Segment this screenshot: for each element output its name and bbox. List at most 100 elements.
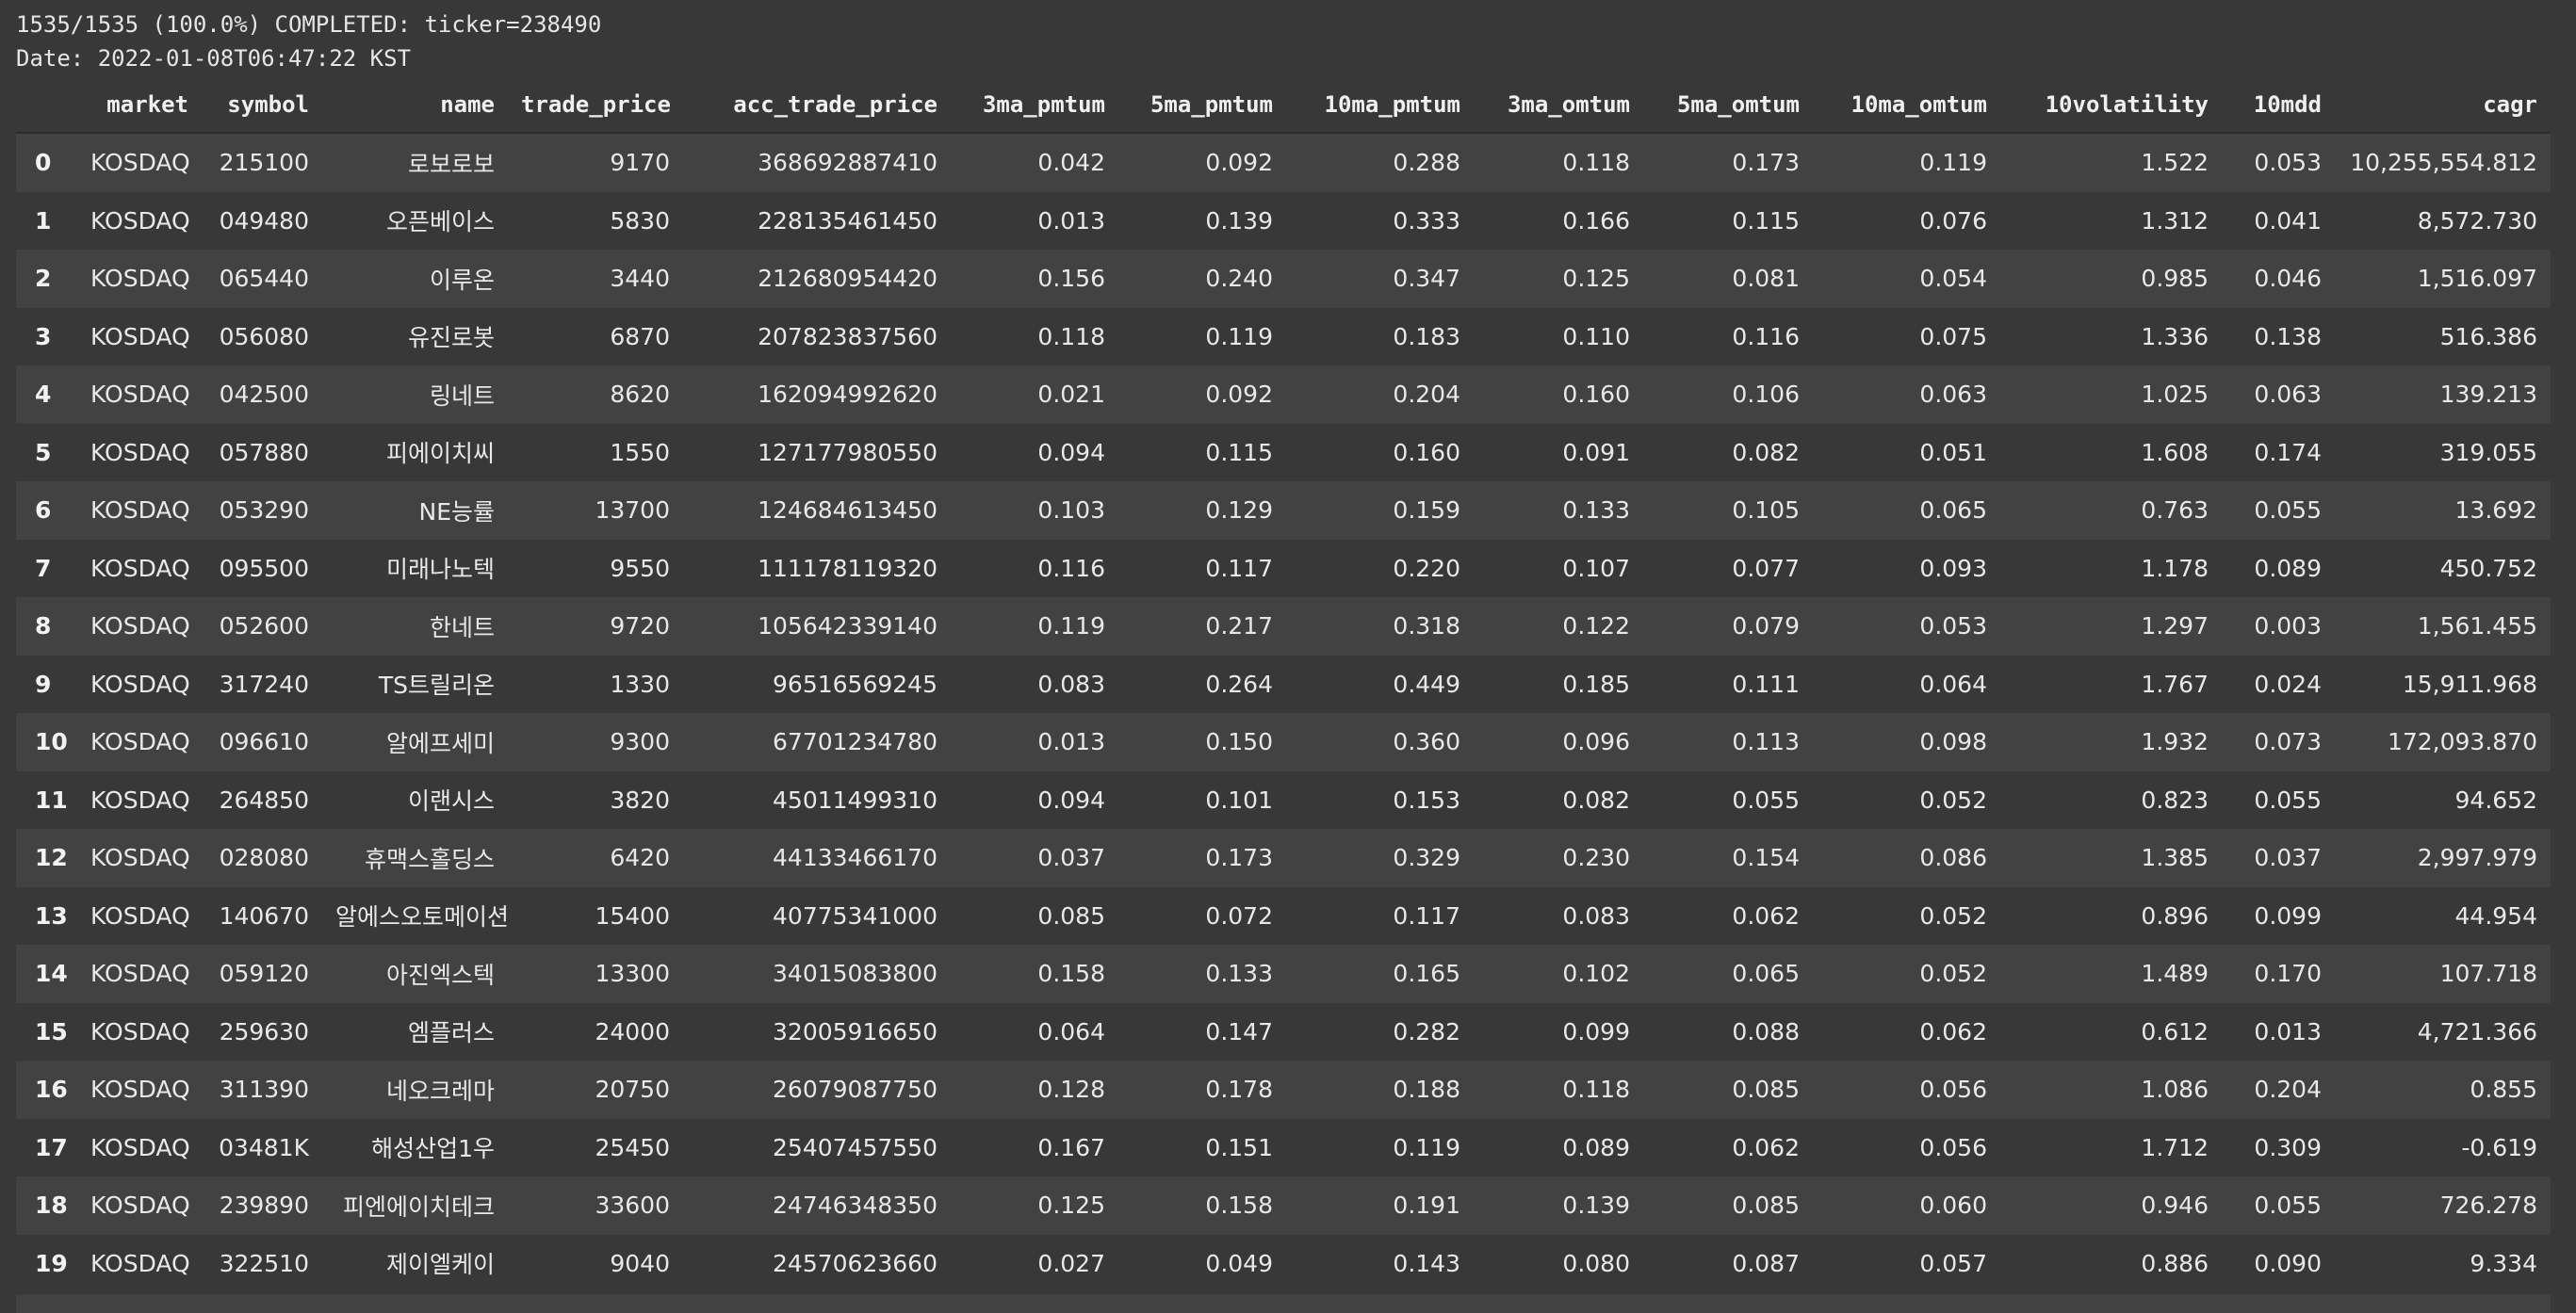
table-cell: 0.086 (1813, 829, 2000, 887)
table-cell: 이랜시스 (322, 770, 508, 829)
table-cell: 1.086 (2000, 1061, 2222, 1119)
column-header: 3ma_omtum (1474, 77, 1643, 134)
column-header: market (77, 77, 202, 134)
row-index: 12 (16, 829, 77, 887)
table-cell: 0.083 (1474, 886, 1643, 945)
table-cell: 0.118 (1474, 133, 1643, 192)
table-cell: 0.056 (1813, 1118, 2000, 1176)
table-header: market symbol name trade_price acc_trade_pri… (16, 77, 2551, 134)
table-cell: 0.191 (1286, 1176, 1474, 1235)
table-row: 3 KOSDAQ 056080 유진로봇 6870 207823837560 0.118 0.… (16, 307, 2551, 365)
table-cell: 0.107 (1474, 539, 1643, 597)
table-cell: 0.855 (2335, 1061, 2551, 1119)
table-cell: 13700 (508, 481, 683, 540)
table-cell: 13300 (508, 945, 683, 1003)
table-cell: 0.089 (1474, 1118, 1643, 1176)
table-cell: 96516569245 (683, 655, 951, 713)
table-cell: 1,561.455 (2335, 597, 2551, 656)
table-cell: 0.080 (1474, 1234, 1643, 1292)
table-cell: 네오크레마 (322, 1061, 508, 1119)
table-cell: 0.065 (1813, 481, 2000, 540)
table-cell: 0.133 (1118, 945, 1286, 1003)
table-cell: 0.158 (951, 945, 1118, 1003)
table-cell: 94.652 (2335, 770, 2551, 829)
table-cell: 0.060 (1813, 1176, 2000, 1235)
table-cell: 0.220 (1286, 539, 1474, 597)
table-cell: 4,721.366 (2335, 1002, 2551, 1061)
table-cell: 0.049 (1118, 1234, 1286, 1292)
table-cell: 0.042 (951, 133, 1118, 192)
table-cell: 유진로봇 (322, 307, 508, 365)
table-cell: 0.886 (2000, 1234, 2222, 1292)
table-cell: 알에스오토메이션 (322, 886, 508, 945)
row-index: 0 (16, 133, 77, 192)
table-cell: 0.085 (951, 886, 1118, 945)
table-cell: 5830 (508, 191, 683, 250)
column-header: 3ma_pmtum (951, 77, 1118, 134)
table-cell: 8620 (508, 365, 683, 424)
table-cell: 0.230 (1474, 829, 1643, 887)
table-cell: 0.160 (1474, 365, 1643, 424)
table-cell: 아진엑스텍 (322, 945, 508, 1003)
table-cell: 049480 (202, 191, 322, 250)
table-cell: 25450 (508, 1118, 683, 1176)
table-cell: 1.312 (2000, 191, 2222, 250)
table-cell: -0.619 (2335, 1118, 2551, 1176)
table-cell: 0.125 (1474, 250, 1643, 308)
table-cell: 제이엘케이 (322, 1234, 508, 1292)
table-cell: KOSDAQ (77, 1002, 202, 1061)
table-cell: 053290 (202, 481, 322, 540)
table-cell: 0.159 (1286, 481, 1474, 540)
table-cell: 0.062 (1643, 1118, 1813, 1176)
table-cell: 0.063 (1813, 365, 2000, 424)
table-cell: 0.103 (951, 481, 1118, 540)
table-cell: 0.013 (951, 713, 1118, 771)
table-row: 15 KOSDAQ 259630 엠플러스 24000 32005916650 0.064 0… (16, 1002, 2551, 1061)
table-cell: 0.101 (1118, 770, 1286, 829)
table-cell: 03481K (202, 1118, 322, 1176)
table-cell: KOSDAQ (77, 539, 202, 597)
table-cell: 15,911.968 (2335, 655, 2551, 713)
table-cell: 0.021 (951, 365, 1118, 424)
table-row: 9 KOSDAQ 317240 TS트릴리온 1330 96516569245 0.083 0… (16, 655, 2551, 713)
table-cell: 8,572.730 (2335, 191, 2551, 250)
table-cell: 212680954420 (683, 250, 951, 308)
table-cell: 516.386 (2335, 307, 2551, 365)
table-cell: 0.143 (1286, 1234, 1474, 1292)
table-cell: 0.763 (2000, 481, 2222, 540)
table-row: 16 KOSDAQ 311390 네오크레마 20750 26079087750 0.128… (16, 1061, 2551, 1119)
row-index: 1 (16, 191, 77, 250)
table-cell: 15400 (508, 886, 683, 945)
table-cell: 0.037 (951, 829, 1118, 887)
table-cell: 0.027 (951, 1234, 1118, 1292)
table-cell: 0.309 (2222, 1118, 2335, 1176)
table-cell: 0.003 (2222, 597, 2335, 656)
table-cell: 0.217 (1118, 597, 1286, 656)
table-body: 0 KOSDAQ 215100 로보로보 9170 368692887410 0.042 0.… (16, 133, 2551, 1292)
table-cell: 40775341000 (683, 886, 951, 945)
table-cell: 0.115 (1643, 191, 1813, 250)
table-cell: 0.119 (1118, 307, 1286, 365)
table-cell: 0.088 (1643, 1002, 1813, 1061)
table-cell: 1,516.097 (2335, 250, 2551, 308)
table-cell: 028080 (202, 829, 322, 887)
table-cell: 0.154 (1643, 829, 1813, 887)
table-cell: 140670 (202, 886, 322, 945)
table-cell: 1550 (508, 423, 683, 481)
table-cell: 0.985 (2000, 250, 2222, 308)
table-row: 2 KOSDAQ 065440 이루온 3440 212680954420 0.156 0.2… (16, 250, 2551, 308)
table-cell: 0.083 (951, 655, 1118, 713)
table-cell: 0.318 (1286, 597, 1474, 656)
table-cell: 0.110 (1474, 307, 1643, 365)
table-cell: 0.062 (1813, 1002, 2000, 1061)
table-cell: 0.077 (1643, 539, 1813, 597)
row-index: 8 (16, 597, 77, 656)
table-cell: 20750 (508, 1061, 683, 1119)
table-cell: 322510 (202, 1234, 322, 1292)
table-cell: 1.608 (2000, 423, 2222, 481)
table-cell: 0.288 (1286, 133, 1474, 192)
table-cell: 0.053 (1813, 597, 2000, 656)
table-cell: 0.052 (1813, 770, 2000, 829)
table-cell: 6420 (508, 829, 683, 887)
row-index: 17 (16, 1118, 77, 1176)
